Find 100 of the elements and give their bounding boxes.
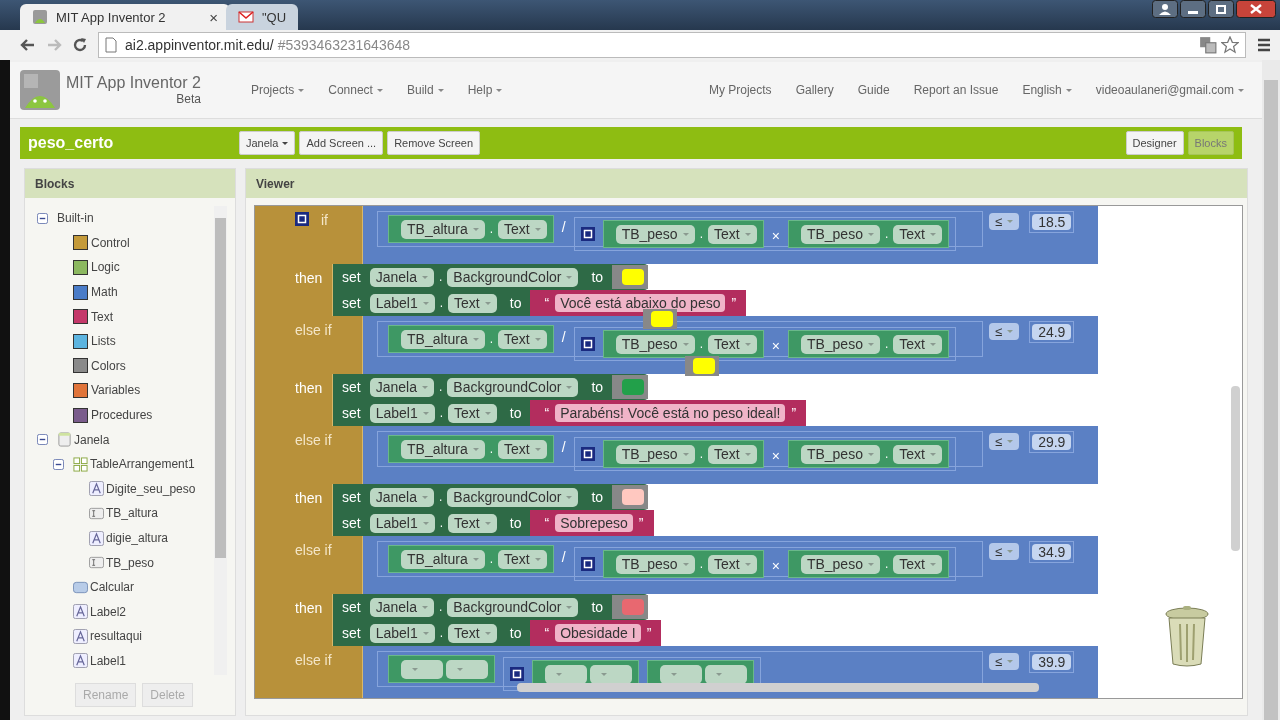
property-dropdown[interactable]: Text: [708, 224, 757, 244]
component-dropdown[interactable]: Janela: [369, 377, 434, 397]
trash-icon[interactable]: [1164, 606, 1210, 668]
component-dropdown[interactable]: [545, 664, 587, 684]
setter-block[interactable]: set Label1 . Text to “ Parabéns! Você está no peso ideal! ”: [333, 400, 807, 426]
text-field[interactable]: Sobrepeso: [555, 514, 633, 532]
compare-dropdown[interactable]: ≤: [989, 323, 1020, 340]
text-field[interactable]: Obesidade I: [555, 624, 641, 642]
back-icon[interactable]: [20, 37, 36, 53]
property-dropdown[interactable]: Text: [498, 439, 547, 459]
setter-block[interactable]: set Janela . BackgroundColor to: [333, 374, 649, 400]
getter-block[interactable]: TB_peso . Text: [787, 440, 949, 468]
component-dropdown[interactable]: TB_altura: [401, 219, 485, 239]
tree-item[interactable]: digie_altura: [106, 531, 169, 545]
component-dropdown[interactable]: TB_peso: [800, 224, 880, 244]
property-dropdown[interactable]: Text: [893, 444, 942, 464]
menu-item[interactable]: Projects: [250, 83, 305, 97]
compare-block[interactable]: TB_altura . Text / TB_peso . Text × TB_peso . Text ≤ 18.5: [363, 206, 1098, 264]
tree-item[interactable]: Math: [91, 285, 118, 300]
mutator-icon[interactable]: [580, 337, 595, 351]
mutator-icon[interactable]: [295, 212, 309, 226]
property-dropdown[interactable]: [446, 659, 488, 679]
multiply-block[interactable]: TB_peso . Text × TB_peso . Text: [573, 327, 956, 361]
component-dropdown[interactable]: Label1: [369, 403, 435, 423]
toolbar-button[interactable]: Remove Screen: [387, 131, 480, 155]
text-block[interactable]: “ Parabéns! Você está no peso ideal! ”: [530, 400, 807, 426]
property-dropdown[interactable]: Text: [448, 623, 497, 643]
tree-item[interactable]: Logic: [91, 260, 120, 275]
text-block[interactable]: “ Obesidade I ”: [530, 620, 662, 646]
getter-block[interactable]: TB_peso . Text: [602, 330, 764, 358]
mutator-icon[interactable]: [580, 557, 595, 571]
setter-block[interactable]: set Janela . BackgroundColor to: [333, 264, 649, 290]
screen-dropdown[interactable]: Janela: [239, 131, 296, 155]
tree-item[interactable]: Control: [91, 235, 130, 250]
property-dropdown[interactable]: Text: [498, 549, 547, 569]
color-block[interactable]: [612, 265, 649, 289]
compare-block[interactable]: TB_altura . Text / TB_peso . Text × TB_peso . Text ≤ 34.9: [363, 536, 1098, 594]
mutator-icon[interactable]: [580, 447, 595, 461]
nav-link[interactable]: Report an Issue: [913, 83, 999, 97]
tree-item[interactable]: TB_altura: [106, 506, 159, 521]
menu-item[interactable]: Build: [406, 83, 444, 97]
compare-dropdown[interactable]: ≤: [989, 213, 1020, 230]
tree-item[interactable]: Colors: [91, 358, 126, 373]
text-field[interactable]: Você está abaixo do peso: [555, 294, 726, 312]
nav-link[interactable]: My Projects: [708, 83, 772, 97]
getter-block[interactable]: TB_peso . Text: [602, 220, 764, 248]
component-dropdown[interactable]: [660, 664, 702, 684]
property-dropdown[interactable]: BackgroundColor: [447, 487, 579, 507]
tree-item[interactable]: Janela: [74, 432, 110, 447]
property-dropdown[interactable]: Text: [708, 334, 757, 354]
color-block[interactable]: [643, 309, 677, 329]
tree-item[interactable]: Calcular: [90, 580, 134, 595]
view-button[interactable]: Designer: [1125, 131, 1184, 155]
nav-link[interactable]: Guide: [857, 83, 890, 97]
setter-block[interactable]: set Label1 . Text to “ Você está abaixo do peso ”: [333, 290, 747, 316]
text-field[interactable]: Parabéns! Você está no peso ideal!: [555, 404, 786, 422]
toolbar-button[interactable]: Add Screen ...: [299, 131, 384, 155]
property-dropdown[interactable]: Text: [448, 513, 497, 533]
tree-item[interactable]: Built-in: [57, 211, 94, 226]
browser-tab[interactable]: "QU: [226, 4, 299, 30]
component-dropdown[interactable]: TB_altura: [401, 549, 485, 569]
tree-item[interactable]: Variables: [91, 383, 141, 398]
color-block[interactable]: [612, 595, 649, 619]
property-dropdown[interactable]: Text: [448, 403, 497, 423]
forward-icon[interactable]: [46, 37, 62, 53]
color-block[interactable]: [685, 356, 719, 376]
component-dropdown[interactable]: TB_altura: [401, 329, 485, 349]
tree-item[interactable]: Procedures: [91, 408, 153, 423]
getter-block[interactable]: [388, 655, 495, 683]
property-dropdown[interactable]: Text: [893, 554, 942, 574]
multiply-block[interactable]: TB_peso . Text × TB_peso . Text: [573, 217, 956, 251]
scrollbar[interactable]: [517, 683, 1039, 692]
component-dropdown[interactable]: TB_peso: [800, 554, 880, 574]
address-field[interactable]: ai2.appinventor.mit.edu/ #5393463231643648: [98, 32, 1246, 58]
component-dropdown[interactable]: Janela: [369, 597, 434, 617]
menu-item[interactable]: Help: [467, 83, 503, 97]
color-swatch[interactable]: [622, 489, 645, 505]
property-dropdown[interactable]: Text: [708, 444, 757, 464]
color-block[interactable]: [612, 485, 649, 509]
color-block[interactable]: [612, 375, 649, 399]
getter-block[interactable]: TB_altura . Text: [388, 325, 554, 353]
multiply-block[interactable]: TB_peso . Text × TB_peso . Text: [573, 547, 956, 581]
property-dropdown[interactable]: BackgroundColor: [447, 597, 579, 617]
reload-icon[interactable]: [72, 37, 88, 53]
getter-block[interactable]: TB_peso . Text: [787, 330, 949, 358]
compare-dropdown[interactable]: ≤: [989, 543, 1020, 560]
menu-item[interactable]: Connect: [328, 83, 383, 97]
scrollbar-thumb[interactable]: [1264, 80, 1278, 720]
component-dropdown[interactable]: Label1: [369, 623, 435, 643]
property-dropdown[interactable]: BackgroundColor: [447, 377, 579, 397]
tree-item[interactable]: resultaqui: [90, 629, 143, 644]
star-icon[interactable]: [1221, 36, 1239, 54]
translate-icon[interactable]: [1199, 36, 1217, 54]
component-dropdown[interactable]: TB_peso: [615, 444, 695, 464]
setter-block[interactable]: set Janela . BackgroundColor to: [333, 484, 649, 510]
component-dropdown[interactable]: TB_peso: [615, 224, 695, 244]
restore-icon[interactable]: [1208, 0, 1234, 18]
property-dropdown[interactable]: Text: [893, 334, 942, 354]
component-dropdown[interactable]: Label1: [369, 513, 435, 533]
mutator-icon[interactable]: [510, 667, 524, 681]
